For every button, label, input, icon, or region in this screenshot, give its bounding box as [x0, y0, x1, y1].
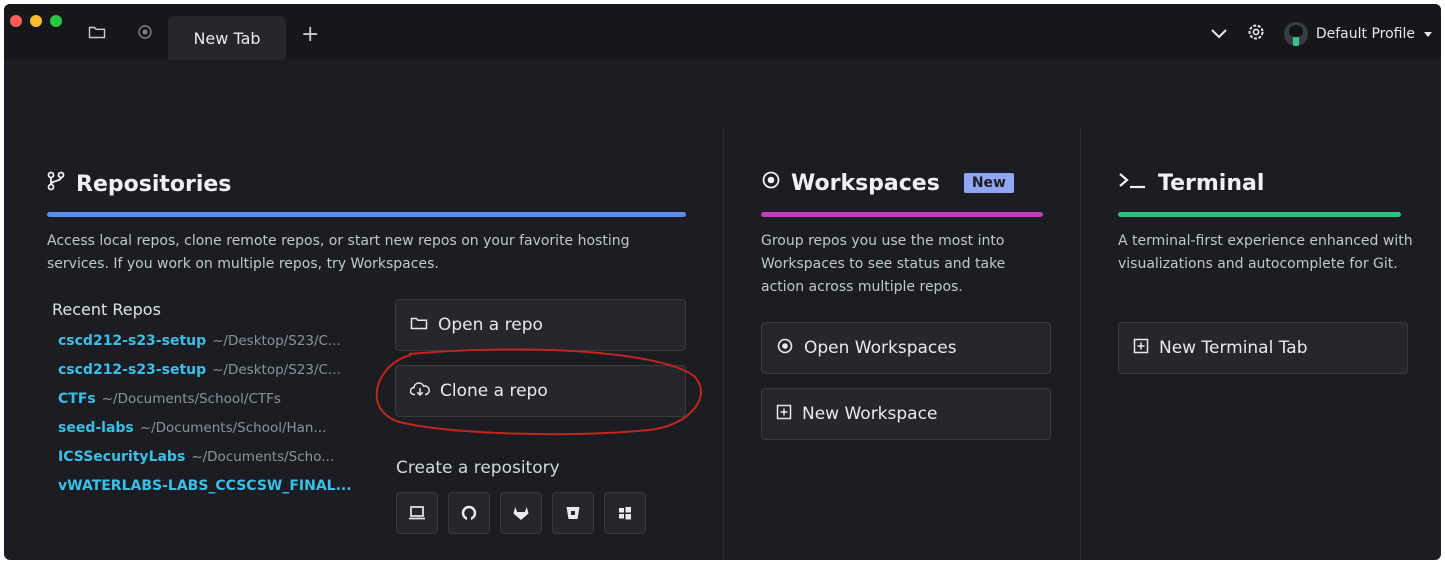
- hosting-service-buttons: [396, 492, 646, 534]
- gear-icon[interactable]: [1246, 22, 1266, 46]
- tab-label: New Tab: [193, 28, 261, 48]
- close-window-button[interactable]: [10, 15, 22, 27]
- recent-repo-item[interactable]: CTFs ~/Documents/School/CTFs: [58, 391, 358, 420]
- caret-down-icon: [1423, 26, 1433, 42]
- app-window: New Tab + Default Profile Repositories A…: [4, 4, 1441, 560]
- title-bar: New Tab + Default Profile: [4, 4, 1441, 60]
- column-divider: [1080, 128, 1081, 560]
- profile-name: Default Profile: [1315, 26, 1415, 42]
- repo-name: CTFs: [58, 391, 96, 407]
- repo-path: ~/Desktop/S23/C...: [212, 333, 341, 349]
- workspace-icon[interactable]: [137, 24, 153, 40]
- create-repo-title: Create a repository: [396, 458, 560, 478]
- recent-repo-item[interactable]: vWATERLABS-LABS_CCSCSW_FINAL...: [58, 478, 358, 507]
- repo-path: ~/Documents/School/Han...: [139, 420, 327, 436]
- terminal-accent-bar: [1118, 212, 1401, 217]
- column-divider: [723, 128, 724, 560]
- repo-name: seed-labs: [58, 420, 134, 436]
- window-controls: [10, 15, 62, 27]
- minimize-window-button[interactable]: [30, 15, 42, 27]
- terminal-title-text: Terminal: [1158, 170, 1265, 196]
- chevron-down-icon[interactable]: [1210, 25, 1228, 44]
- new-workspace-button[interactable]: New Workspace: [761, 388, 1051, 440]
- workspaces-title-text: Workspaces: [791, 170, 940, 196]
- new-workspace-label: New Workspace: [802, 404, 938, 424]
- repo-name: cscd212-s23-setup: [58, 333, 207, 349]
- terminal-prompt-icon: [1118, 170, 1148, 196]
- new-badge: New: [963, 173, 1014, 193]
- folder-icon: [410, 315, 428, 336]
- workspace-icon: [761, 170, 781, 196]
- github-icon[interactable]: [448, 492, 490, 534]
- maximize-window-button[interactable]: [50, 15, 62, 27]
- repositories-title-text: Repositories: [76, 171, 232, 197]
- workspaces-description: Group repos you use the most into Worksp…: [761, 233, 1006, 295]
- repositories-accent-bar: [47, 212, 686, 217]
- recent-repo-item[interactable]: cscd212-s23-setup ~/Desktop/S23/C...: [58, 333, 358, 362]
- avatar: [1283, 22, 1308, 46]
- terminal-description: A terminal-first experience enhanced wit…: [1118, 233, 1413, 272]
- new-tab-button[interactable]: +: [301, 22, 319, 47]
- terminal-title: Terminal: [1118, 170, 1264, 196]
- titlebar-right-controls: Default Profile: [1210, 22, 1433, 46]
- plus-box-icon: [1133, 338, 1149, 359]
- workspace-icon: [776, 337, 794, 360]
- repo-path: ~/Documents/School/CTFs: [101, 391, 281, 407]
- repo-path: ~/Documents/Scho...: [191, 449, 335, 465]
- repo-name: cscd212-s23-setup: [58, 362, 207, 378]
- open-repo-label: Open a repo: [438, 315, 543, 335]
- branch-icon: [46, 170, 66, 198]
- recent-repos-title: Recent Repos: [52, 300, 161, 319]
- plus-box-icon: [776, 404, 792, 425]
- new-terminal-tab-button[interactable]: New Terminal Tab: [1118, 322, 1408, 374]
- repositories-title: Repositories: [46, 170, 231, 198]
- repo-path: ~/Desktop/S23/C...: [212, 362, 341, 378]
- laptop-icon[interactable]: [396, 492, 438, 534]
- repositories-description: Access local repos, clone remote repos, …: [47, 233, 630, 272]
- azure-devops-icon[interactable]: [604, 492, 646, 534]
- gitlab-icon[interactable]: [500, 492, 542, 534]
- workspaces-title: Workspaces New: [761, 170, 1014, 196]
- recent-repo-item[interactable]: cscd212-s23-setup ~/Desktop/S23/C...: [58, 362, 358, 391]
- repo-name: ICSSecurityLabs: [58, 449, 186, 465]
- open-workspaces-label: Open Workspaces: [804, 338, 957, 358]
- repo-name: vWATERLABS-LABS_CCSCSW_FINAL...: [58, 478, 352, 494]
- tab-new-tab[interactable]: New Tab: [168, 16, 286, 60]
- open-workspaces-button[interactable]: Open Workspaces: [761, 322, 1051, 374]
- workspaces-accent-bar: [761, 212, 1043, 217]
- red-circle-annotation: [375, 348, 702, 436]
- recent-repo-item[interactable]: seed-labs ~/Documents/School/Han...: [58, 420, 358, 449]
- recent-repos-list: cscd212-s23-setup ~/Desktop/S23/C... csc…: [58, 333, 358, 507]
- new-terminal-tab-label: New Terminal Tab: [1159, 338, 1308, 358]
- bitbucket-icon[interactable]: [552, 492, 594, 534]
- recent-repo-item[interactable]: ICSSecurityLabs ~/Documents/Scho...: [58, 449, 358, 478]
- profile-menu[interactable]: Default Profile: [1283, 22, 1433, 46]
- folder-icon[interactable]: [88, 24, 106, 40]
- open-repo-button[interactable]: Open a repo: [395, 299, 686, 351]
